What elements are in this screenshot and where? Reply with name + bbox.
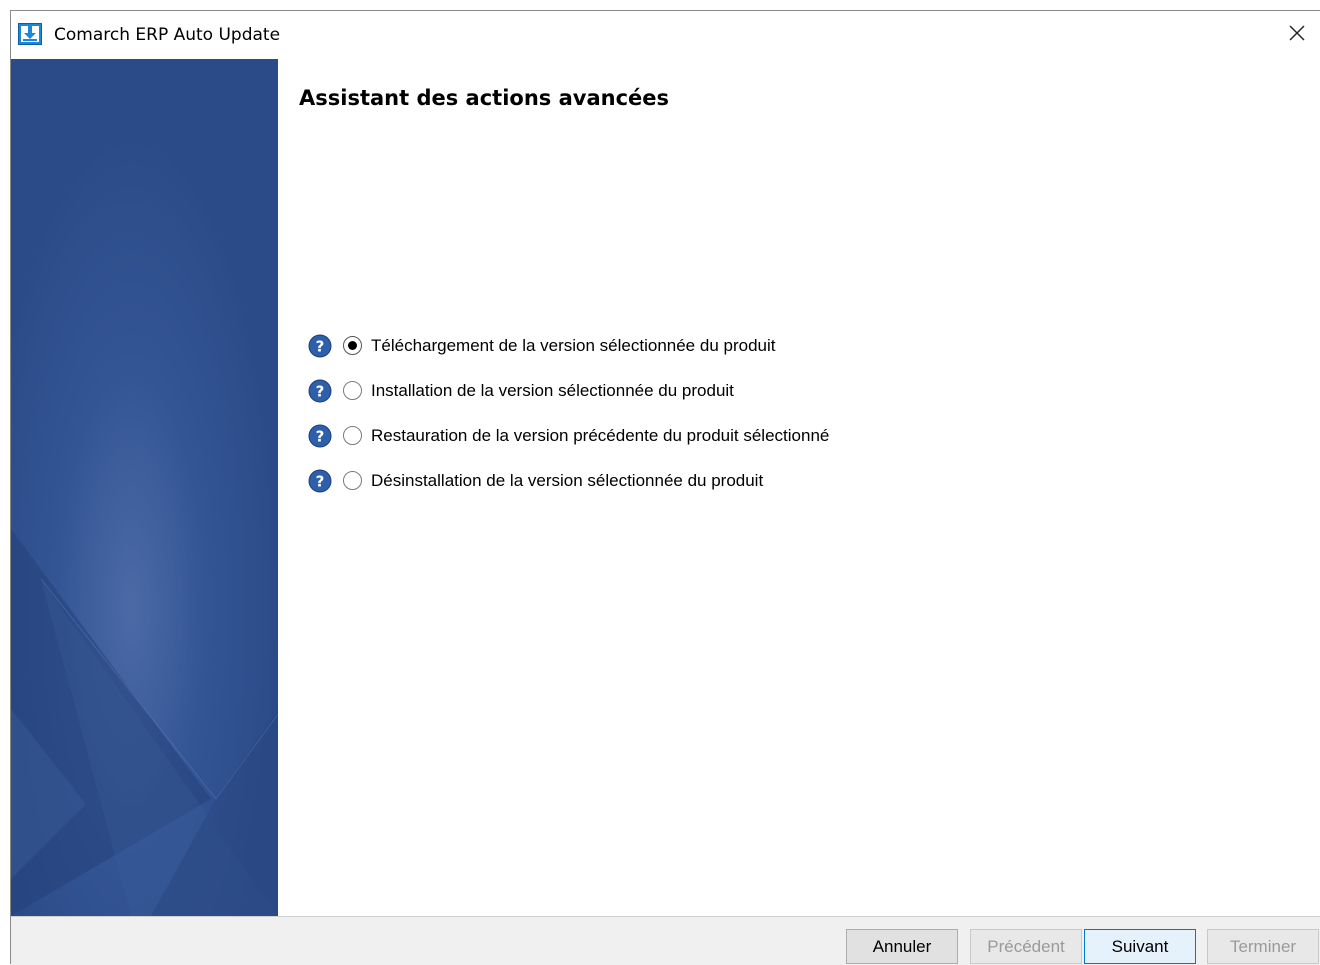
option-label: Désinstallation de la version sélectionn… [371, 470, 764, 490]
help-icon[interactable]: ? [308, 334, 332, 358]
button-bar: Annuler Précédent Suivant Terminer [11, 916, 1320, 965]
option-label: Installation de la version sélectionnée … [371, 380, 734, 400]
option-download[interactable]: ? Téléchargement de la version sélection… [308, 323, 829, 368]
option-restore[interactable]: ? Restauration de la version précédente … [308, 413, 829, 458]
option-uninstall[interactable]: ? Désinstallation de la version sélectio… [308, 458, 829, 503]
close-button[interactable] [1274, 11, 1320, 59]
window-title: Comarch ERP Auto Update [54, 25, 281, 45]
next-button[interactable]: Suivant [1084, 929, 1196, 964]
download-app-icon [18, 23, 42, 45]
option-install[interactable]: ? Installation de la version sélectionné… [308, 368, 829, 413]
svg-text:?: ? [316, 472, 325, 490]
radio-download[interactable] [343, 336, 362, 355]
help-icon[interactable]: ? [308, 469, 332, 493]
radio-install[interactable] [343, 381, 362, 400]
help-icon[interactable]: ? [308, 379, 332, 403]
cancel-button[interactable]: Annuler [846, 929, 958, 964]
help-icon[interactable]: ? [308, 424, 332, 448]
svg-text:?: ? [316, 382, 325, 400]
close-icon [1288, 24, 1306, 46]
page-title: Assistant des actions avancées [299, 86, 670, 110]
option-label: Restauration de la version précédente du… [371, 425, 830, 445]
radio-uninstall[interactable] [343, 471, 362, 490]
sidebar-banner [11, 59, 278, 916]
svg-text:?: ? [316, 337, 325, 355]
option-label: Téléchargement de la version sélectionné… [371, 335, 776, 355]
action-options: ? Téléchargement de la version sélection… [308, 323, 829, 503]
previous-button[interactable]: Précédent [970, 929, 1082, 964]
wizard-window: Comarch ERP Auto Update Assistant des ac… [10, 10, 1320, 965]
sidebar-graphic [11, 59, 278, 916]
main-panel: Assistant des actions avancées ? Télécha… [278, 59, 1320, 916]
title-bar: Comarch ERP Auto Update [11, 11, 1320, 59]
svg-text:?: ? [316, 427, 325, 445]
finish-button[interactable]: Terminer [1207, 929, 1319, 964]
radio-restore[interactable] [343, 426, 362, 445]
